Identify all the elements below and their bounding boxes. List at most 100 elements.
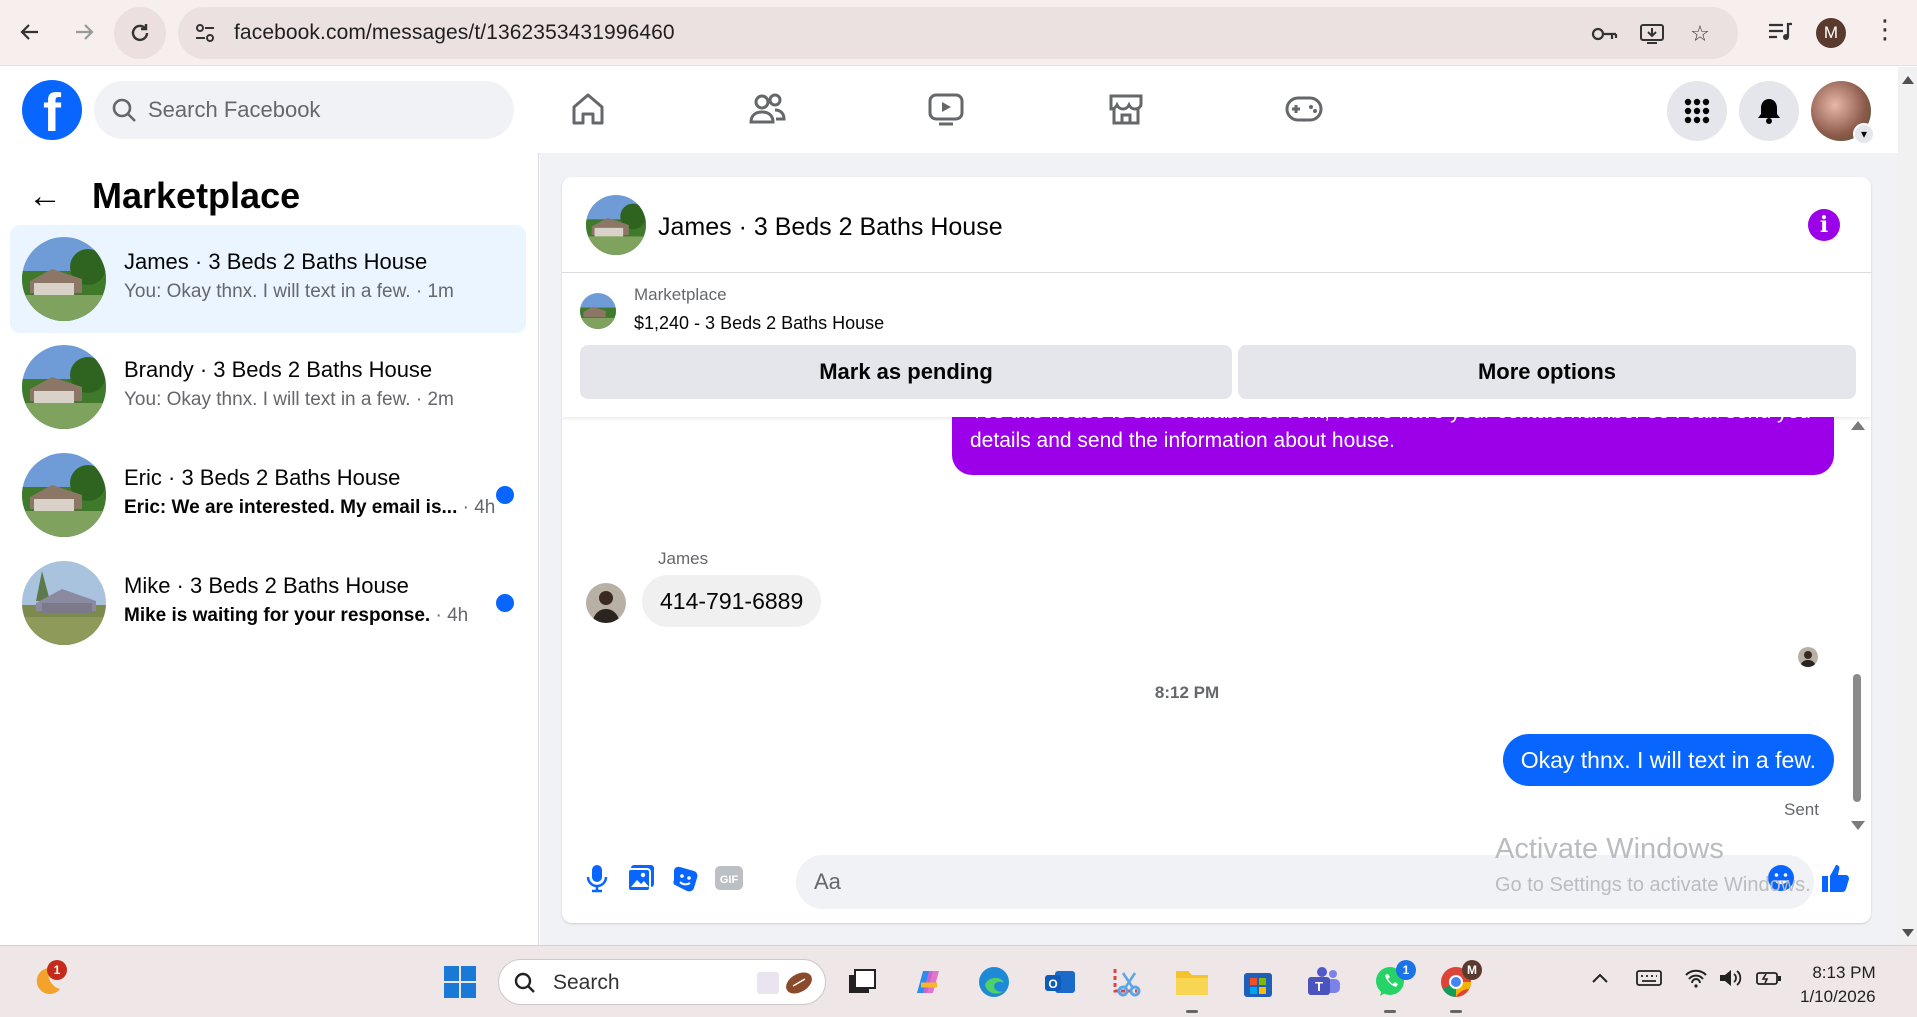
- system-clock[interactable]: 8:13 PM 1/10/2026: [1800, 961, 1876, 1009]
- bookmark-star-icon[interactable]: ☆: [1686, 20, 1714, 48]
- outgoing-message-bubble[interactable]: Okay thnx. I will text in a few.: [1502, 734, 1834, 786]
- message-text: Yes this house is still available for re…: [970, 417, 1811, 452]
- gaming-icon[interactable]: [1282, 87, 1326, 131]
- seen-receipt-avatar: [1798, 647, 1818, 667]
- chat-header: James · 3 Beds 2 Baths House i: [562, 177, 1871, 273]
- file-explorer-icon[interactable]: [1172, 962, 1212, 1002]
- edge-browser-icon[interactable]: [974, 962, 1014, 1002]
- conversation-item-mike[interactable]: Mike · 3 Beds 2 Baths House Mike is wait…: [10, 549, 526, 657]
- active-app-indicator: [1186, 1010, 1198, 1013]
- more-options-button[interactable]: More options: [1238, 345, 1856, 399]
- search-icon: [513, 971, 537, 995]
- back-arrow-icon[interactable]: ←: [28, 177, 62, 216]
- listing-title[interactable]: $1,240 - 3 Beds 2 Baths House: [634, 313, 884, 334]
- scroll-up-arrow-icon[interactable]: [1851, 421, 1865, 430]
- taskbar-search[interactable]: Search: [498, 959, 826, 1005]
- conversation-name: Eric · 3 Beds 2 Baths House: [124, 465, 401, 490]
- back-icon[interactable]: [12, 14, 48, 50]
- outlook-icon[interactable]: O: [1040, 962, 1080, 1002]
- volume-icon[interactable]: [1718, 968, 1744, 994]
- teams-icon[interactable]: T: [1304, 962, 1344, 1002]
- facebook-search[interactable]: [94, 81, 514, 139]
- facebook-logo-icon[interactable]: f: [22, 80, 82, 140]
- browser-menu-icon[interactable]: ⋮: [1872, 14, 1898, 45]
- task-view-icon[interactable]: [842, 962, 882, 1002]
- conversation-snippet: You: Okay thnx. I will text in a few. · …: [124, 281, 454, 302]
- sticker-icon[interactable]: [668, 861, 702, 895]
- conversation-item-james[interactable]: James · 3 Beds 2 Baths House You: Okay t…: [10, 225, 526, 333]
- conversation-snippet: You: Okay thnx. I will text in a few. · …: [124, 389, 454, 410]
- address-bar[interactable]: facebook.com/messages/t/1362353431996460…: [178, 7, 1738, 59]
- page-scrollbar[interactable]: [1898, 67, 1917, 945]
- search-highlight-icon: [755, 966, 817, 1000]
- site-settings-icon[interactable]: [192, 20, 218, 46]
- house-thumbnail[interactable]: [586, 195, 646, 255]
- chevron-up-icon[interactable]: [1590, 968, 1610, 994]
- mark-as-pending-button[interactable]: Mark as pending: [580, 345, 1232, 399]
- sender-avatar[interactable]: [586, 583, 626, 623]
- install-app-icon[interactable]: [1638, 20, 1666, 48]
- listing-thumbnail[interactable]: [580, 293, 616, 329]
- page-scroll-up-icon[interactable]: [1902, 76, 1914, 84]
- home-icon[interactable]: [566, 87, 610, 131]
- browser-profile-avatar[interactable]: M: [1816, 18, 1846, 48]
- sender-name: James: [658, 549, 709, 568]
- conversation-name: James · 3 Beds 2 Baths House: [124, 249, 428, 274]
- conversation-snippet: Mike is waiting for your response. · 4h: [124, 605, 469, 626]
- scroll-down-arrow-icon[interactable]: [1851, 821, 1865, 830]
- chat-title[interactable]: James · 3 Beds 2 Baths House: [658, 213, 1003, 242]
- scrollbar-thumb[interactable]: [1853, 674, 1861, 802]
- search-icon: [110, 96, 138, 124]
- message-status: Sent: [1784, 800, 1819, 819]
- chevron-down-icon[interactable]: ▾: [1853, 123, 1875, 145]
- video-icon[interactable]: [924, 87, 968, 131]
- conversation-name: Brandy · 3 Beds 2 Baths House: [124, 357, 433, 382]
- microphone-icon[interactable]: [580, 861, 614, 895]
- url-text[interactable]: facebook.com/messages/t/1362353431996460: [234, 21, 675, 45]
- unread-dot: [496, 594, 514, 612]
- keyboard-icon[interactable]: [1636, 968, 1662, 994]
- battery-icon[interactable]: [1756, 968, 1782, 994]
- activate-windows-subtitle: Go to Settings to activate Windows.: [1495, 874, 1811, 896]
- friends-icon[interactable]: [745, 87, 789, 131]
- incoming-message-bubble[interactable]: 414-791-6889: [642, 575, 822, 627]
- message-timestamp: 8:12 PM: [1154, 683, 1220, 702]
- svg-text:T: T: [1315, 979, 1323, 994]
- marketplace-icon[interactable]: [1104, 87, 1148, 131]
- like-thumbs-up-icon[interactable]: [1818, 861, 1852, 895]
- browser-toolbar: facebook.com/messages/t/1362353431996460…: [0, 0, 1917, 66]
- photo-icon[interactable]: [624, 861, 658, 895]
- reload-icon[interactable]: [114, 7, 166, 59]
- clock-time: 8:13 PM: [1812, 963, 1876, 982]
- menu-grid-icon[interactable]: [1667, 81, 1727, 141]
- house-thumbnail: [22, 345, 106, 429]
- conversation-item-brandy[interactable]: Brandy · 3 Beds 2 Baths House You: Okay …: [10, 333, 526, 441]
- outgoing-message-bubble[interactable]: Yes this house is still available for re…: [952, 417, 1834, 475]
- message-scrollbar[interactable]: [1850, 417, 1865, 835]
- windows-taskbar: 1 Search O T 1 M 8:13 PM 1/10/2026: [0, 945, 1917, 1017]
- conversation-item-eric[interactable]: Eric · 3 Beds 2 Baths House Eric: We are…: [10, 441, 526, 549]
- password-key-icon[interactable]: [1590, 20, 1618, 48]
- page-scroll-down-icon[interactable]: [1902, 929, 1914, 937]
- forward-icon[interactable]: [66, 14, 102, 50]
- chrome-profile-badge: M: [1462, 960, 1482, 980]
- info-icon[interactable]: i: [1808, 209, 1840, 241]
- search-input[interactable]: [148, 95, 488, 125]
- house-thumbnail: [22, 453, 106, 537]
- account-avatar[interactable]: ▾: [1811, 81, 1875, 145]
- house-thumbnail: [22, 561, 106, 645]
- media-controls-icon[interactable]: [1762, 14, 1798, 50]
- microsoft-store-icon[interactable]: [1238, 962, 1278, 1002]
- active-app-indicator: [1384, 1010, 1396, 1013]
- notifications-bell-icon[interactable]: [1739, 81, 1799, 141]
- wifi-icon[interactable]: [1684, 968, 1708, 994]
- active-app-indicator: [1450, 1010, 1462, 1013]
- marketplace-label: Marketplace: [634, 285, 727, 304]
- message-list: Yes this house is still available for re…: [562, 417, 1871, 835]
- conversation-name: Mike · 3 Beds 2 Baths House: [124, 573, 409, 598]
- marketplace-conversations-panel: ← Marketplace James · 3 Beds 2 Baths Hou…: [0, 153, 539, 945]
- gif-icon[interactable]: GIF: [712, 861, 746, 895]
- copilot-icon[interactable]: [908, 962, 948, 1002]
- windows-start-icon[interactable]: [440, 962, 480, 1002]
- snipping-tool-icon[interactable]: [1106, 962, 1146, 1002]
